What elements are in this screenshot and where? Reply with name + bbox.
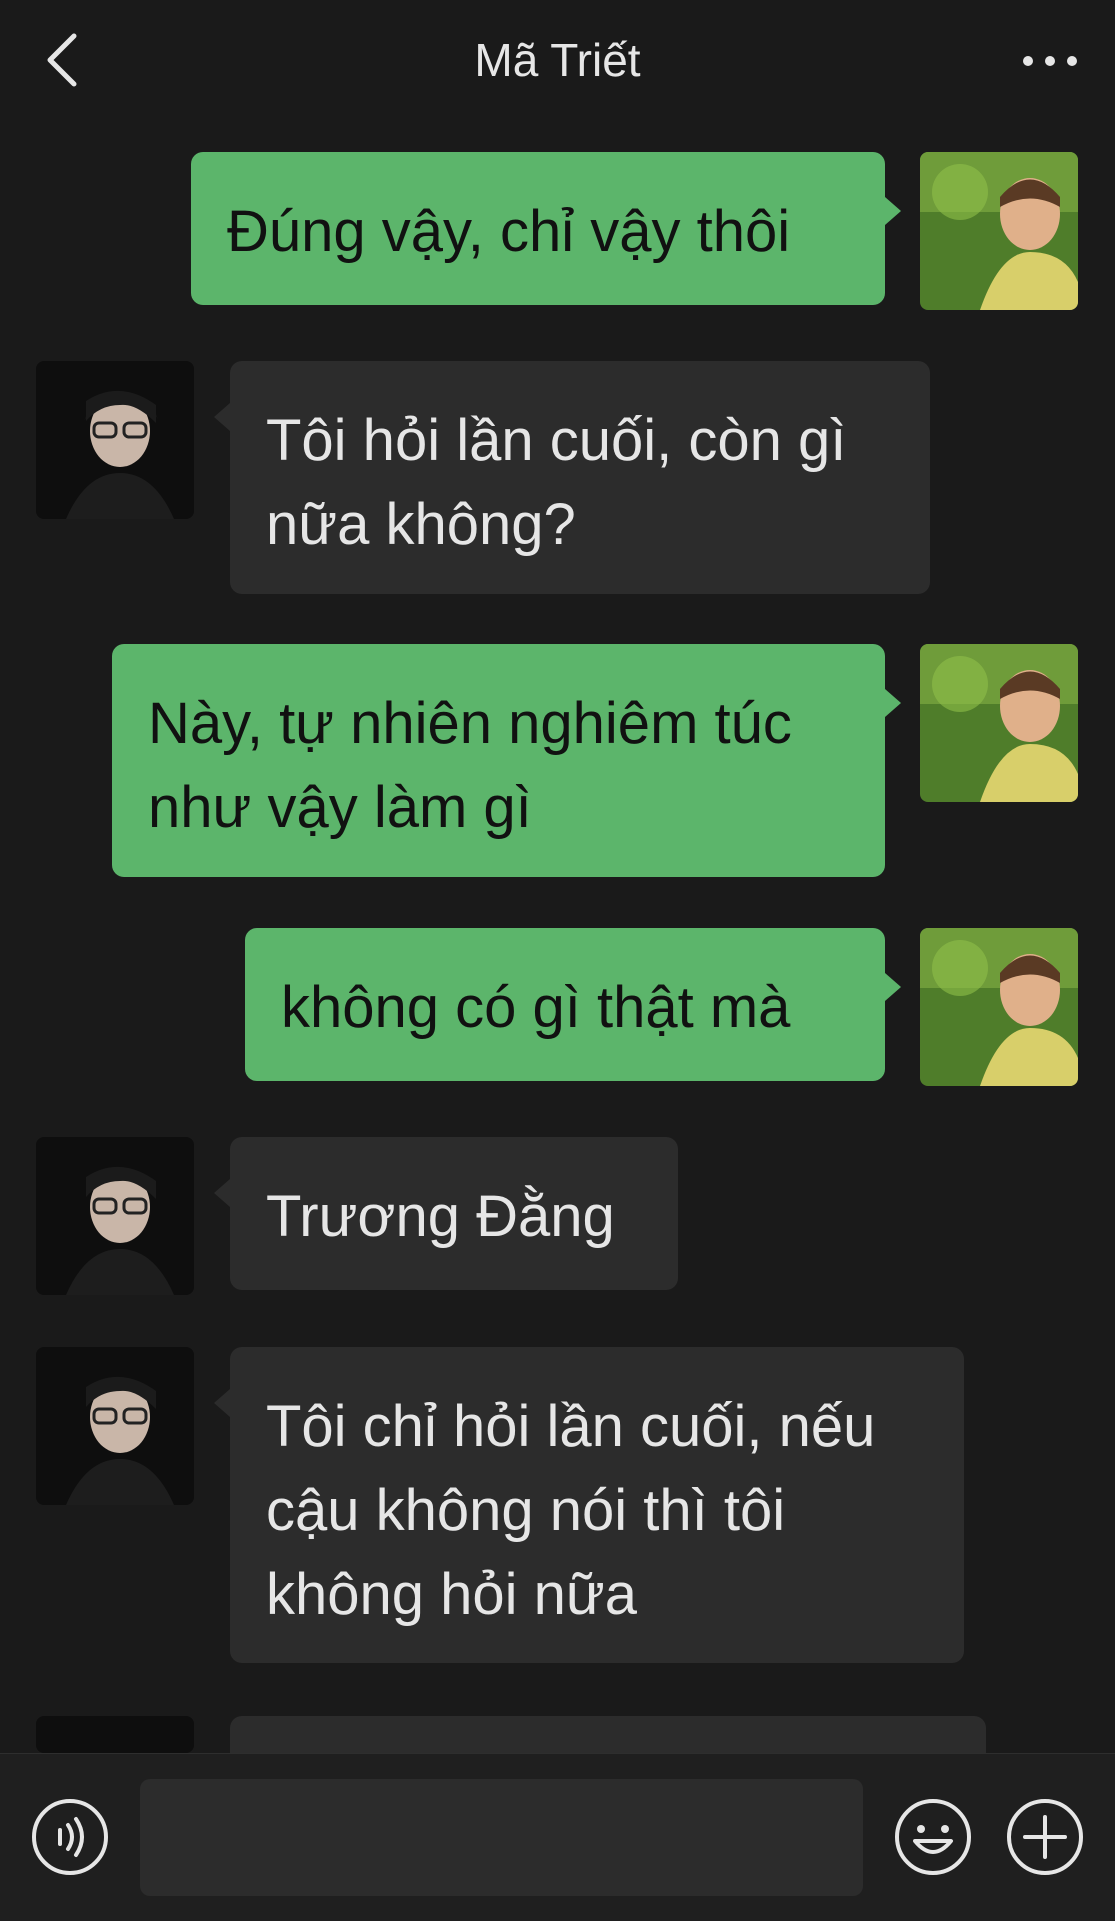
contact-avatar[interactable] [36,361,194,519]
message-text-line: như vậy làm gì [148,775,532,840]
bubble-tail [885,973,901,1001]
contact-message-bubble[interactable]: Tôi chỉ hỏi lần cuối, nếu cậu không nói … [230,1347,964,1663]
contact-avatar[interactable] [36,1137,194,1295]
top-bar: Mã Triết [0,0,1115,130]
contact-message-bubble[interactable]: Trương Đằng [230,1137,678,1290]
my-avatar[interactable] [920,152,1078,310]
contact-message-bubble[interactable]: Tôi hỏi lần cuối, còn gì nữa không? [230,361,930,594]
bubble-tail [214,1389,230,1417]
message-text-line: Tôi chỉ hỏi lần cuối, nếu [266,1394,876,1459]
message-text-line: Đúng vậy, chỉ vậy thôi [227,199,791,264]
bubble-tail [214,1179,230,1207]
message-text-line: nữa không? [266,492,576,557]
voice-icon [32,1799,108,1875]
contact-message-bubble[interactable] [230,1716,986,1753]
message-text-line: không hỏi nữa [266,1562,637,1627]
emoji-icon [895,1799,971,1875]
my-message-bubble[interactable]: Này, tự nhiên nghiêm túc như vậy làm gì [112,644,885,877]
voice-button[interactable] [30,1797,110,1877]
my-avatar[interactable] [920,644,1078,802]
message-text-line: cậu không nói thì tôi [266,1478,786,1543]
my-message-bubble[interactable]: Đúng vậy, chỉ vậy thôi [191,152,885,305]
message-text-line: không có gì thật mà [281,975,791,1040]
message-text-line: Tôi hỏi lần cuối, còn gì [266,408,847,473]
message-text-line: Này, tự nhiên nghiêm túc [148,691,792,756]
contact-avatar[interactable] [36,1716,194,1753]
bottom-input-bar [0,1753,1115,1921]
chat-title: Mã Triết [474,34,641,86]
message-input[interactable] [140,1779,863,1896]
bubble-tail [885,689,901,717]
contact-avatar[interactable] [36,1347,194,1505]
more-button[interactable] [1015,36,1085,86]
bubble-tail [214,403,230,431]
bubble-tail [885,197,901,225]
more-dots-icon [1023,56,1077,66]
my-message-bubble[interactable]: không có gì thật mà [245,928,885,1081]
emoji-button[interactable] [893,1797,973,1877]
plus-icon [1007,1799,1083,1875]
plus-button[interactable] [1005,1797,1085,1877]
my-avatar[interactable] [920,928,1078,1086]
message-text-line: Trương Đằng [266,1184,615,1249]
